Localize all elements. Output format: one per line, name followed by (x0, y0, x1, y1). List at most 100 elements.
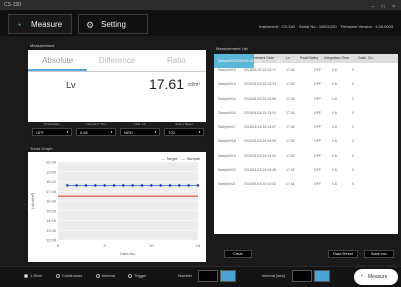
list-row[interactable]: Sample020 2015/01/18 19:14:48 17.62 OFF 0.6 0 (214, 163, 398, 177)
list-cell: OFF (314, 139, 321, 144)
list-cell: 0.6 (291, 59, 296, 63)
list-row[interactable]: Sample021 2015/01/18 19:14:52 17.61 OFF 0.6 0 (214, 177, 398, 191)
mode-tab-difference[interactable]: Difference (87, 50, 146, 71)
list-cell: 2015/01/18 19:12:43 (244, 82, 277, 87)
mode-1shot[interactable]: 1-Shot (24, 273, 42, 278)
measurement-section-label: Measurement (30, 43, 55, 48)
interval-field-selected[interactable] (314, 270, 330, 282)
mode-1shot-label: 1-Shot (30, 273, 42, 278)
list-cell: OFF (276, 59, 284, 63)
y-tick-label: 16.00 (46, 199, 57, 204)
list-row[interactable]: Sample018 2015/01/18 19:14:05 17.62 OFF 0.6 0 (214, 134, 398, 148)
peak-valley-title: Peak/Valley (44, 122, 60, 126)
list-row[interactable]: Sample016 2015/01/18 19:13:01 17.61 OFF 0.6 0 (214, 106, 398, 120)
header-bar: ◔ Measure ⚙ Setting Instrument : CS-150 … (0, 10, 401, 36)
list-row[interactable]: Sample015 2015/01/18 19:12:56 17.63 OFF 0.6 0 (214, 92, 398, 106)
list-cell: 2015/01/18 19:13:01 (244, 110, 277, 115)
tab-measure[interactable]: ◔ Measure (8, 14, 72, 34)
list-cell: 17.60 (286, 125, 295, 130)
list-cell: 0.6 (332, 139, 337, 144)
list-cell: 0 (352, 168, 354, 173)
list-cell: OFF (314, 153, 321, 158)
data-reset-button[interactable]: Data Reset (328, 250, 358, 258)
y-tick-label: 12.00 (46, 238, 57, 243)
mode-tabs: Absolute Difference Ratio (28, 50, 206, 72)
number-field-selected[interactable] (220, 270, 236, 282)
list-section-label: Measurement List (216, 46, 248, 51)
calib-ch-select[interactable]: Calib. Ch. NRD (120, 122, 160, 136)
reading-value: 17.61 (148, 76, 184, 92)
tab-setting[interactable]: ⚙ Setting (78, 14, 148, 34)
list-cell: Sample021 (218, 182, 236, 187)
list-row[interactable]: Sample019 2015/01/18 19:14:40 17.62 OFF 0.6 0 (214, 149, 398, 163)
calib-ch-value[interactable]: NRD (120, 128, 160, 136)
mode-tab-absolute[interactable]: Absolute (28, 50, 88, 71)
x-tick-label: 0 (57, 243, 60, 248)
sample-point (159, 184, 162, 187)
integration-time-title: Integration Time (85, 122, 107, 126)
mode-interval[interactable]: Interval (96, 273, 115, 278)
y-tick-label: 14.00 (46, 218, 57, 223)
list-cell: 17.61 (286, 110, 295, 115)
number-field[interactable] (198, 270, 218, 282)
sample-point (66, 184, 69, 187)
trend-section-label: Trend Graph (30, 146, 53, 151)
target-select[interactable]: Select Target T02 (164, 122, 204, 136)
measure-button[interactable]: ◔ Measure (354, 269, 398, 285)
list-cell: 0.6 (332, 82, 337, 87)
mode-continuous[interactable]: Continuous (56, 273, 82, 278)
list-cell: 17.62 (286, 168, 295, 173)
gear-icon: ⚙ (86, 20, 95, 30)
sample-point (150, 184, 153, 187)
list-cell: 0 (352, 153, 354, 158)
legend-target-swatch: — (161, 156, 166, 161)
window-titlebar: CS-150 – □ × (0, 0, 401, 10)
sample-point (112, 184, 116, 187)
peak-valley-select[interactable]: Peak/Valley OFF (32, 122, 72, 136)
x-tick-label: 10 (149, 243, 154, 248)
number-label: Number (178, 273, 193, 278)
measure-button-label: Measure (368, 274, 388, 280)
settings-selects: Peak/Valley OFF Integration Time 0.65 Ca… (28, 122, 206, 144)
col-peak-valley[interactable]: Peak/Valley (300, 54, 324, 63)
list-cell: OFF (314, 68, 321, 72)
mode-continuous-label: Continuous (62, 273, 83, 278)
list-cell: Sample015 (218, 96, 236, 101)
sample-point (84, 184, 88, 187)
col-calib[interactable]: Calib. Ch. (358, 54, 378, 63)
list-cell: OFF (314, 96, 321, 101)
integration-time-value[interactable]: 0.65 (76, 128, 116, 136)
y-tick-label: 18.00 (46, 179, 57, 184)
list-cell: 0 (352, 139, 354, 144)
instrument-name: Instrument : CS-150 (259, 24, 295, 29)
list-cell: 2015/01/18 19:14:57 (235, 59, 254, 78)
sample-point (103, 184, 106, 187)
list-cell: OFF (314, 82, 321, 87)
col-integration[interactable]: Integration Time (324, 54, 358, 63)
mode-tab-ratio[interactable]: Ratio (147, 50, 206, 71)
list-cell: 17.62 (286, 139, 295, 144)
list-row[interactable]: Sample022 2015/01/18 19:14:57 17.61 OFF 0.6 0 (214, 54, 302, 78)
list-cell: Sample019 (218, 153, 236, 158)
list-cell: 17.61 (286, 182, 295, 187)
peak-valley-value[interactable]: OFF (32, 128, 72, 136)
measure-icon: ◔ (16, 20, 22, 30)
mode-trigger[interactable]: Trigger (128, 273, 147, 278)
clear-button[interactable]: Clear (224, 250, 252, 258)
interval-field[interactable] (292, 270, 312, 282)
integration-time-select[interactable]: Integration Time 0.65 (76, 122, 116, 136)
list-cell: 0.6 (332, 153, 337, 158)
calib-ch-title: Calib. Ch. (133, 122, 147, 126)
x-tick-label: 5 (104, 243, 107, 248)
list-cell: 0 (352, 125, 354, 130)
target-value[interactable]: T02 (164, 128, 204, 136)
save-csv-button[interactable]: Save csv (364, 250, 394, 258)
y-tick-label: 15.00 (46, 208, 57, 213)
list-cell: Sample022 (218, 59, 236, 63)
sample-point (196, 184, 200, 187)
window-title: CS-150 (4, 2, 21, 8)
list-row[interactable]: Sample017 2015/01/18 19:13:07 17.60 OFF 0.6 0 (214, 120, 398, 134)
x-axis-label: Data No. (120, 251, 136, 256)
list-cell: 2015/01/18 19:12:56 (244, 96, 277, 101)
mode-interval-label: Interval (102, 273, 116, 278)
